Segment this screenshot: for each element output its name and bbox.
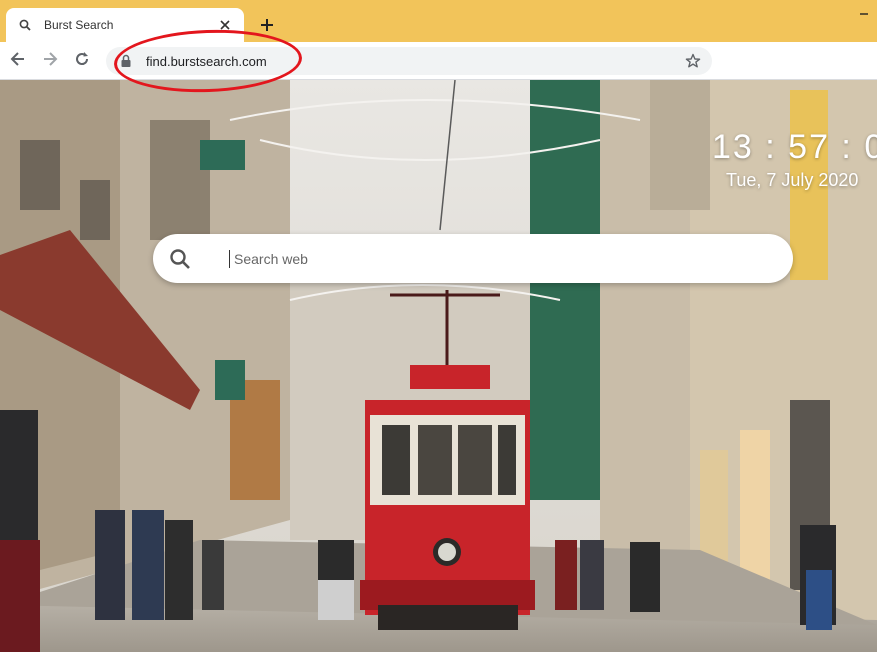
web-search-bar[interactable] bbox=[153, 234, 793, 283]
search-icon[interactable] bbox=[167, 246, 193, 272]
clock-time: 13 : 57 : 04 bbox=[712, 128, 877, 166]
tab-bar: Burst Search bbox=[0, 0, 877, 42]
tab-title: Burst Search bbox=[44, 18, 114, 32]
minimize-button[interactable] bbox=[856, 6, 872, 20]
clock-date: Tue, 7 July 2020 bbox=[726, 170, 859, 190]
reload-icon bbox=[74, 51, 90, 72]
forward-button[interactable] bbox=[38, 49, 62, 73]
search-input[interactable] bbox=[232, 249, 756, 268]
reload-button[interactable] bbox=[70, 49, 94, 73]
star-icon[interactable] bbox=[684, 52, 702, 70]
forward-arrow-icon bbox=[42, 51, 58, 72]
back-button[interactable] bbox=[6, 49, 30, 73]
search-icon bbox=[16, 16, 34, 34]
text-caret bbox=[229, 249, 230, 268]
back-arrow-icon bbox=[10, 51, 26, 72]
